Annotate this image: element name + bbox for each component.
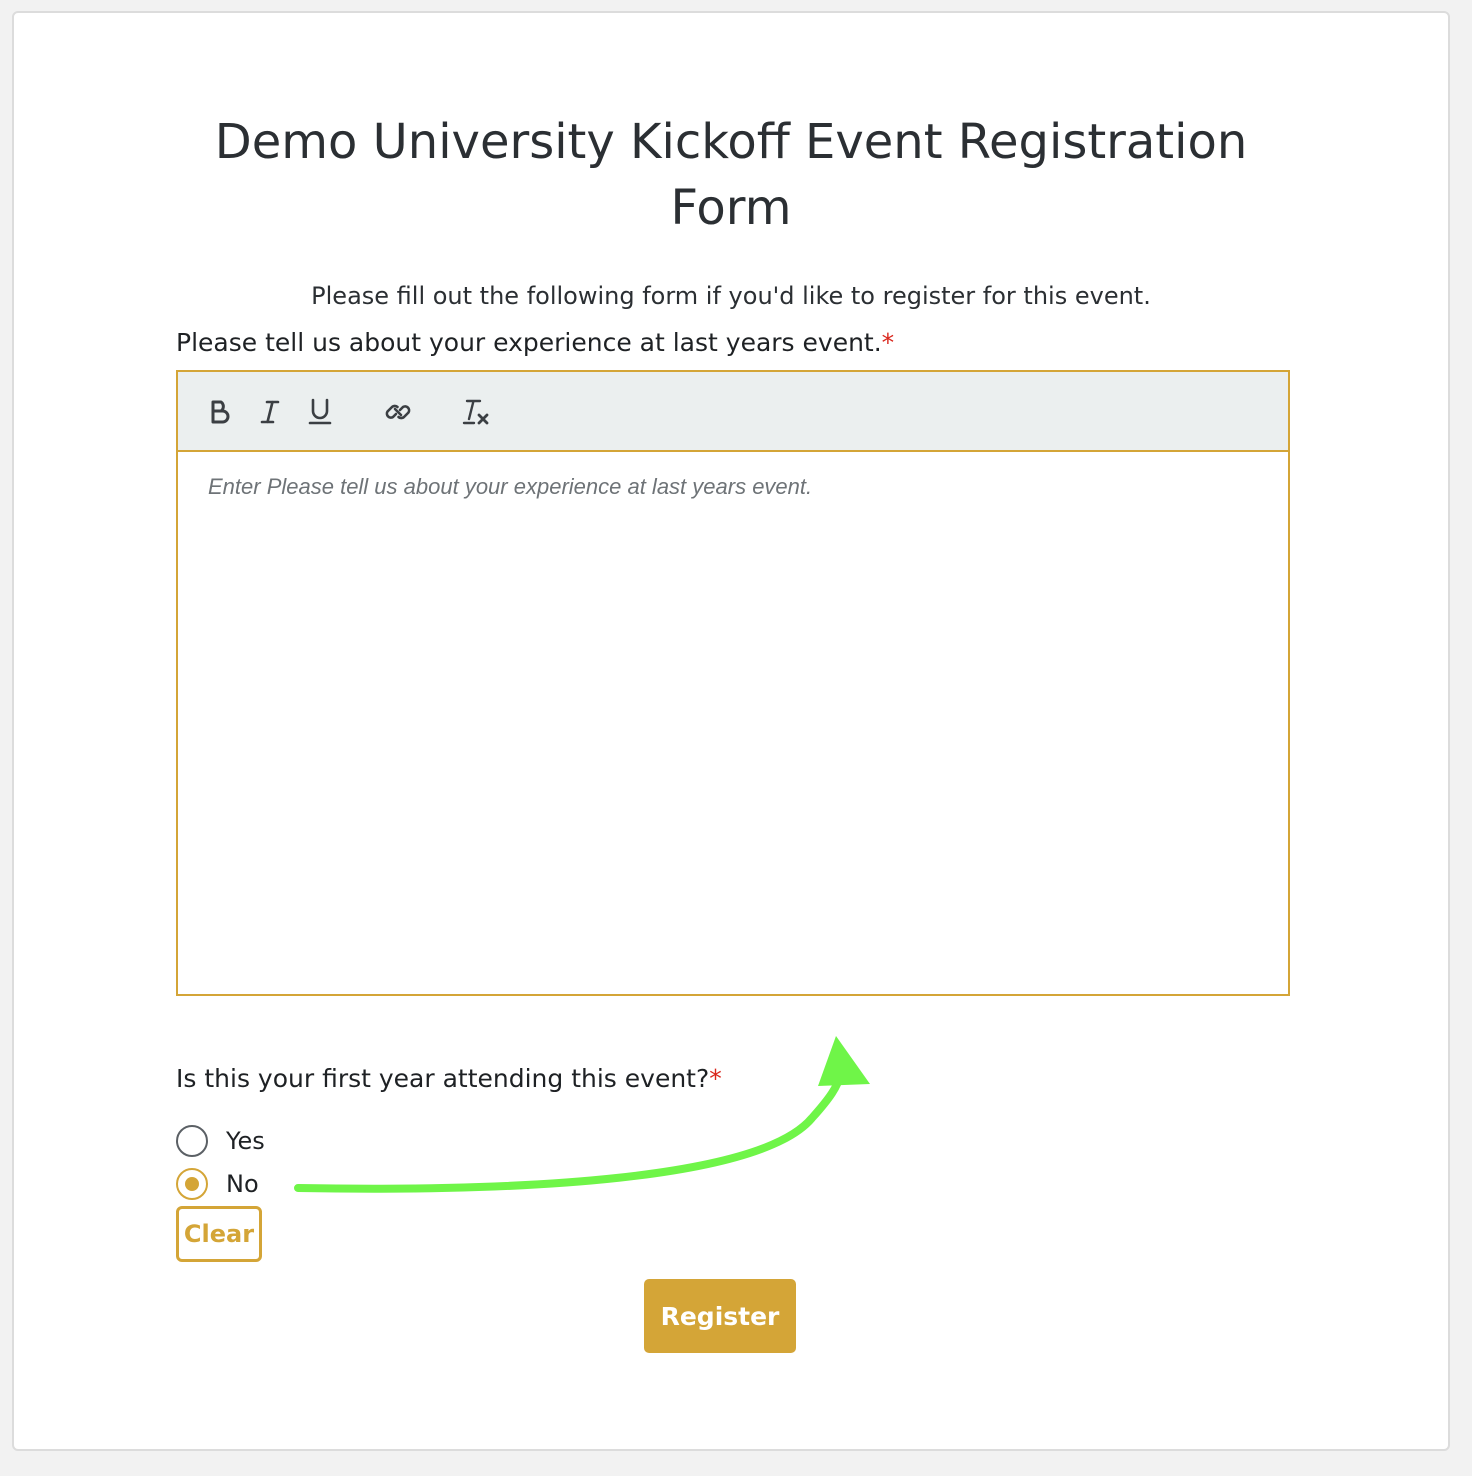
underline-button[interactable] [300, 392, 340, 432]
bold-button[interactable] [200, 392, 240, 432]
rich-text-editor: Enter Please tell us about your experien… [176, 370, 1290, 996]
experience-question-text: Please tell us about your experience at … [176, 328, 882, 357]
italic-button[interactable] [250, 392, 290, 432]
underline-icon [308, 398, 332, 425]
link-icon [385, 404, 411, 420]
form-title: Demo University Kickoff Event Registrati… [214, 114, 1248, 236]
register-button[interactable]: Register [644, 1279, 796, 1353]
editor-placeholder: Enter Please tell us about your experien… [208, 474, 813, 499]
radio-option-yes[interactable]: Yes [176, 1123, 265, 1159]
radio-option-no[interactable]: No [176, 1166, 259, 1202]
editor-text-area[interactable]: Enter Please tell us about your experien… [178, 452, 1288, 994]
required-asterisk: * [709, 1064, 722, 1093]
italic-icon [260, 400, 280, 424]
radio-button-no[interactable] [176, 1168, 208, 1200]
radio-label-yes: Yes [226, 1127, 265, 1155]
clear-format-button[interactable] [456, 392, 496, 432]
editor-toolbar [178, 372, 1288, 452]
first-year-question-label: Is this your first year attending this e… [176, 1062, 722, 1096]
experience-question-label: Please tell us about your experience at … [176, 326, 894, 360]
link-button[interactable] [378, 392, 418, 432]
first-year-question-text: Is this your first year attending this e… [176, 1064, 710, 1093]
radio-button-yes[interactable] [176, 1125, 208, 1157]
bold-icon [211, 400, 230, 424]
form-subtitle: Please fill out the following form if yo… [311, 282, 1151, 310]
clear-format-icon [462, 399, 489, 425]
clear-button[interactable]: Clear [176, 1206, 262, 1262]
required-asterisk: * [881, 328, 895, 357]
radio-label-no: No [226, 1170, 259, 1198]
